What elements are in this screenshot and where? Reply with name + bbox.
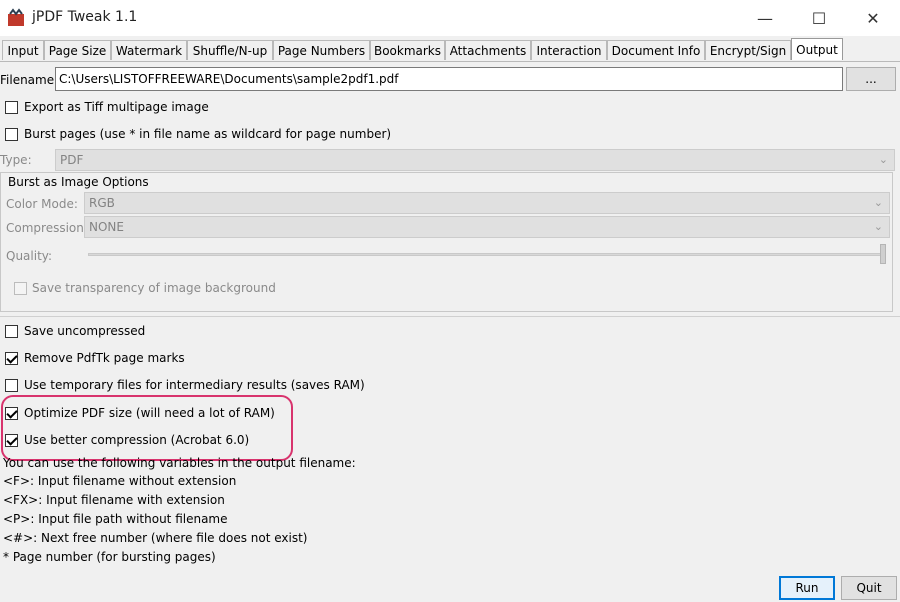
variable-note: <P>: Input file path without filename — [3, 512, 228, 526]
app-icon — [8, 8, 24, 26]
tab-attachments[interactable]: Attachments — [445, 40, 531, 60]
chevron-down-icon: ⌄ — [878, 153, 888, 166]
quit-button[interactable]: Quit — [841, 576, 897, 600]
maximize-button[interactable]: ☐ — [796, 0, 842, 36]
burst-pages-checkbox[interactable] — [5, 128, 18, 141]
quality-slider-track[interactable] — [88, 253, 884, 256]
filename-input[interactable]: C:\Users\LISTOFFREEWARE\Documents\sample… — [55, 67, 843, 91]
variables-intro: You can use the following variables in t… — [3, 456, 356, 470]
save-transparency-label: Save transparency of image background — [32, 281, 276, 295]
tab-bar: Input Page Size Watermark Shuffle/N-up P… — [0, 38, 900, 62]
save-uncompressed-checkbox[interactable] — [5, 325, 18, 338]
filename-label: Filename: — [0, 73, 59, 87]
minimize-button[interactable]: — — [742, 0, 788, 36]
tab-page-numbers[interactable]: Page Numbers — [273, 40, 370, 60]
variable-note: <#>: Next free number (where file does n… — [3, 531, 308, 545]
save-uncompressed-label: Save uncompressed — [24, 324, 146, 338]
type-label: Type: — [0, 153, 32, 167]
tab-input[interactable]: Input — [2, 40, 44, 60]
tab-shuffle-nup[interactable]: Shuffle/N-up — [187, 40, 273, 60]
export-tiff-label: Export as Tiff multipage image — [24, 100, 209, 114]
run-button[interactable]: Run — [779, 576, 835, 600]
remove-marks-checkbox[interactable] — [5, 352, 18, 365]
quality-label: Quality: — [6, 249, 53, 263]
remove-marks-label: Remove PdfTk page marks — [24, 351, 185, 365]
title-bar: jPDF Tweak 1.1 — ☐ ✕ — [0, 0, 900, 36]
browse-button[interactable]: ... — [846, 67, 896, 91]
color-mode-value: RGB — [89, 196, 115, 210]
chevron-down-icon: ⌄ — [873, 196, 883, 209]
tab-output[interactable]: Output — [791, 38, 843, 60]
tab-bookmarks[interactable]: Bookmarks — [370, 40, 445, 60]
variable-note: <FX>: Input filename with extension — [3, 493, 225, 507]
tab-divider — [0, 61, 900, 62]
compression-value: NONE — [89, 220, 124, 234]
temp-files-checkbox[interactable] — [5, 379, 18, 392]
export-tiff-checkbox[interactable] — [5, 101, 18, 114]
color-mode-select[interactable]: RGB ⌄ — [84, 192, 890, 214]
save-transparency-checkbox[interactable] — [14, 282, 27, 295]
highlight-annotation — [1, 395, 293, 461]
color-mode-label: Color Mode: — [6, 197, 78, 211]
chevron-down-icon: ⌄ — [873, 220, 883, 233]
tab-interaction[interactable]: Interaction — [531, 40, 607, 60]
tab-watermark[interactable]: Watermark — [111, 40, 187, 60]
compression-label: Compression: — [6, 221, 88, 235]
close-icon: ✕ — [866, 8, 880, 28]
variable-note: <F>: Input filename without extension — [3, 474, 237, 488]
type-select[interactable]: PDF ⌄ — [55, 149, 895, 171]
maximize-icon: ☐ — [811, 8, 827, 28]
section-divider — [0, 316, 900, 317]
tab-encrypt-sign[interactable]: Encrypt/Sign — [705, 40, 791, 60]
close-button[interactable]: ✕ — [850, 0, 896, 36]
minimize-icon: — — [757, 8, 773, 28]
variable-note: * Page number (for bursting pages) — [3, 550, 216, 564]
window-title: jPDF Tweak 1.1 — [32, 9, 138, 25]
compression-select[interactable]: NONE ⌄ — [84, 216, 890, 238]
temp-files-label: Use temporary files for intermediary res… — [24, 378, 365, 392]
tab-page-size[interactable]: Page Size — [44, 40, 111, 60]
burst-pages-label: Burst pages (use * in file name as wildc… — [24, 127, 392, 141]
tab-document-info[interactable]: Document Info — [607, 40, 705, 60]
burst-group-title: Burst as Image Options — [8, 175, 149, 189]
type-select-value: PDF — [60, 153, 84, 167]
quality-slider-thumb[interactable] — [880, 244, 886, 264]
